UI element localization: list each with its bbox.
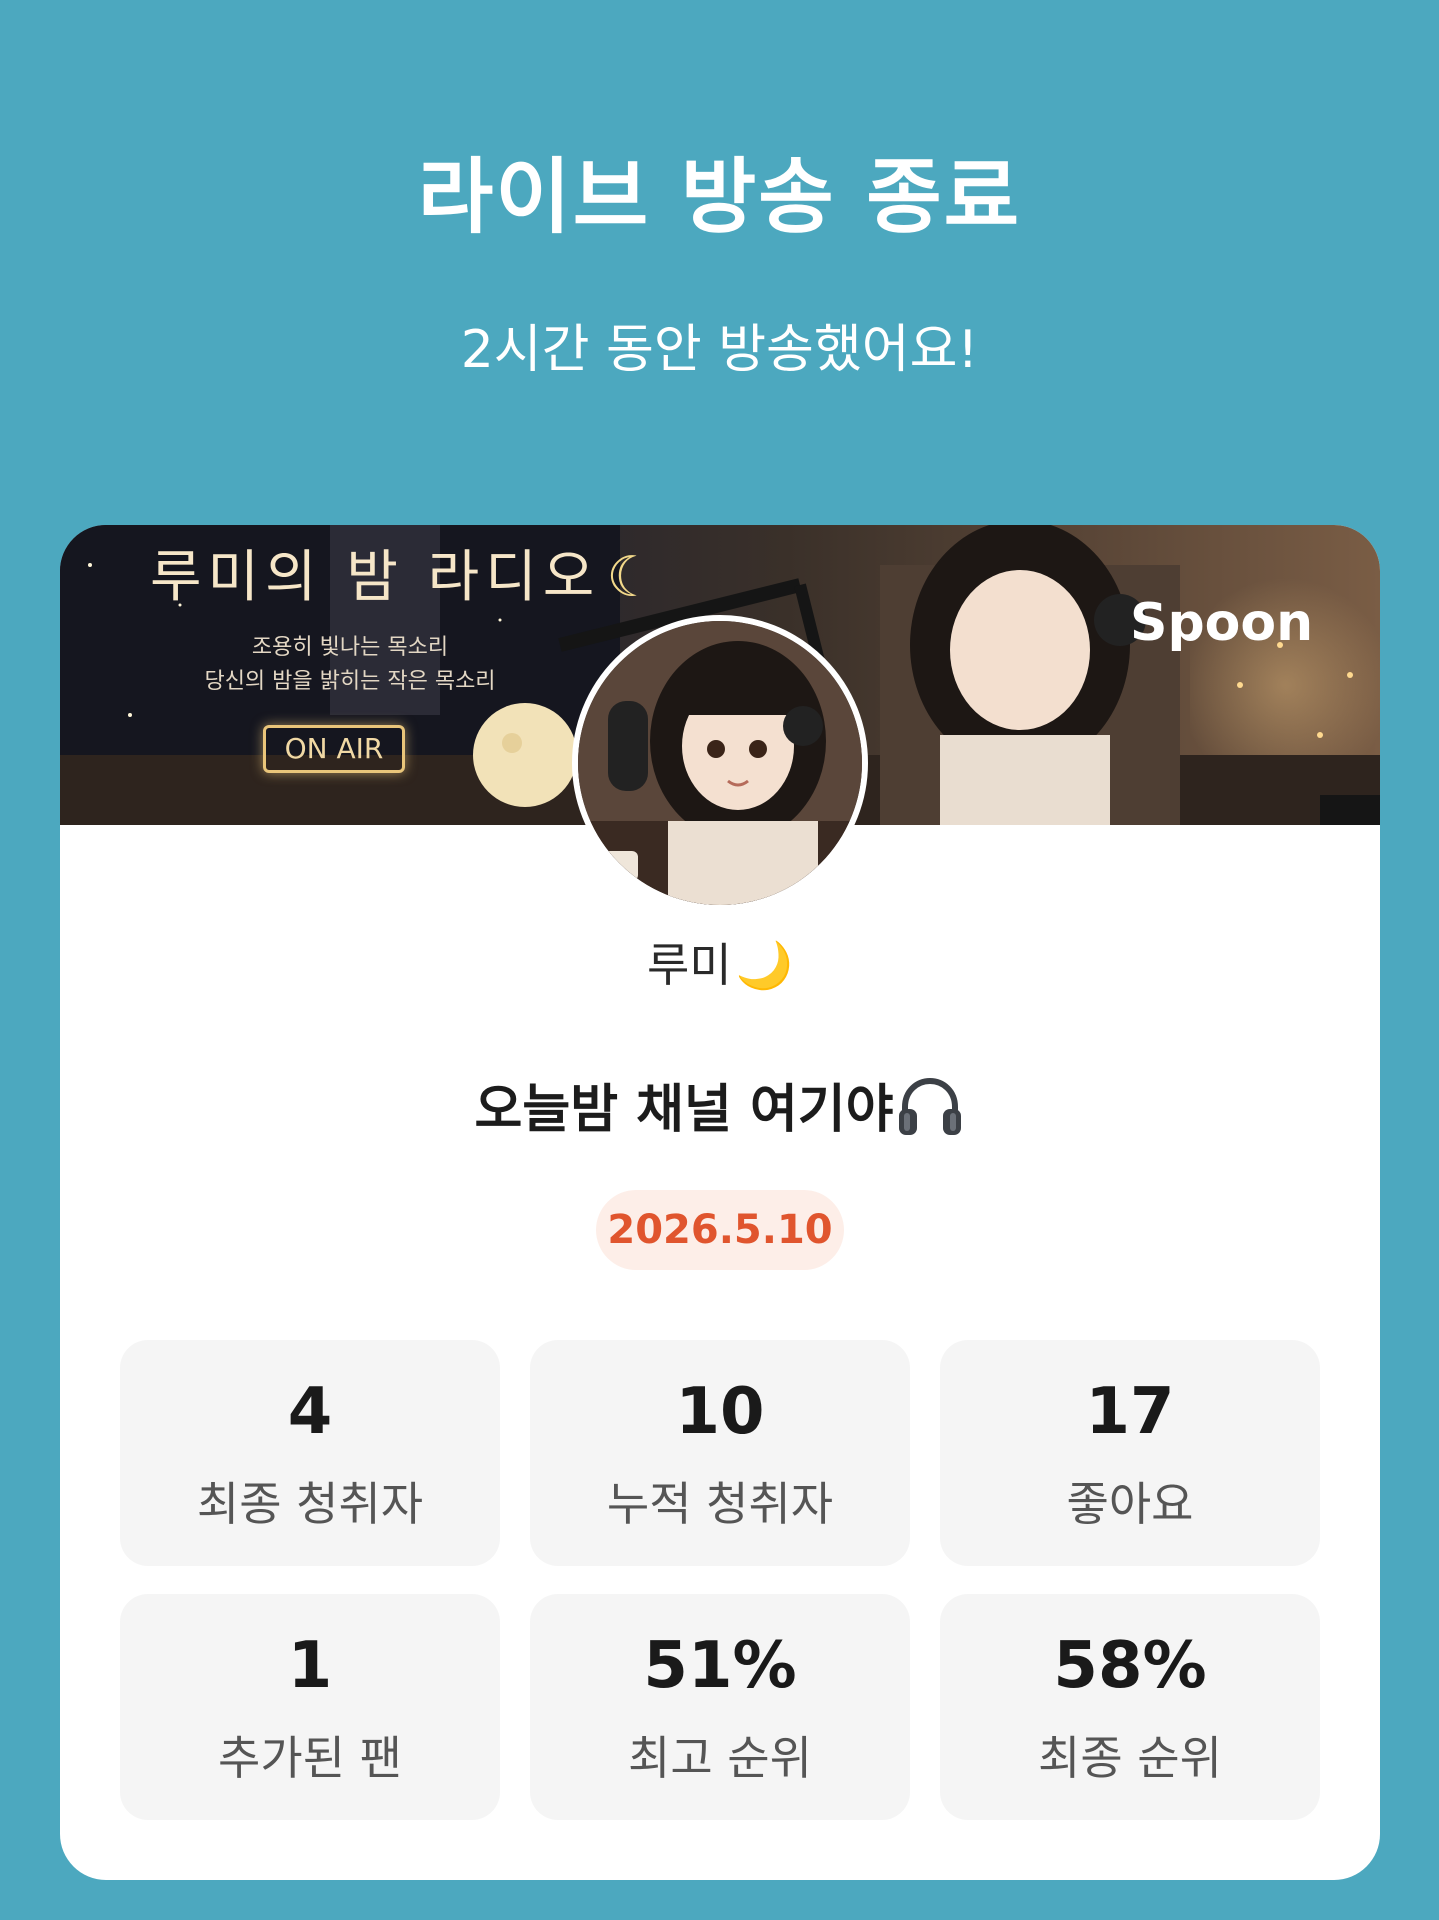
- nickname: 루미🌙: [60, 935, 1380, 995]
- moon-icon: ☾: [606, 545, 663, 610]
- stat-likes: 17 좋아요: [940, 1340, 1320, 1566]
- broadcast-duration-text: 2시간 동안 방송했어요!: [460, 320, 979, 380]
- stat-value: 17: [1085, 1375, 1175, 1449]
- stat-value: 58%: [1053, 1629, 1207, 1703]
- stat-label: 최종 순위: [1038, 1731, 1222, 1785]
- broadcast-title: 오늘밤 채널 여기야: [60, 1075, 1380, 1145]
- stat-label: 누적 청취자: [606, 1477, 834, 1531]
- page-title: 라이브 방송 종료: [417, 150, 1022, 245]
- stat-label: 추가된 팬: [218, 1731, 402, 1785]
- stat-value: 4: [287, 1375, 333, 1449]
- stat-label: 최고 순위: [628, 1731, 812, 1785]
- stat-final-rank: 58% 최종 순위: [940, 1594, 1320, 1820]
- stat-new-fans: 1 추가된 팬: [120, 1594, 500, 1820]
- spoon-logo: Spoon: [1130, 593, 1314, 653]
- nickname-text: 루미: [647, 938, 732, 992]
- banner-tagline-1: 조용히 빛나는 목소리: [251, 635, 449, 660]
- banner-tagline-2: 당신의 밤을 밝히는 작은 목소리: [204, 669, 496, 694]
- stat-value: 51%: [643, 1629, 797, 1703]
- banner-title-text: 루미의 밤 라디오: [150, 545, 601, 610]
- stat-value: 1: [287, 1629, 333, 1703]
- stat-best-rank: 51% 최고 순위: [530, 1594, 910, 1820]
- stats-grid: 4 최종 청취자 10 누적 청취자 17 좋아요 1 추가된 팬 51% 최고…: [120, 1340, 1320, 1820]
- broadcast-summary-card: 루미의 밤 라디오 ☾ 조용히 빛나는 목소리 당신의 밤을 밝히는 작은 목소리…: [60, 525, 1380, 1880]
- broadcast-date-badge: 2026.5.10: [596, 1190, 844, 1270]
- crescent-moon-icon: 🌙: [735, 938, 793, 992]
- stat-value: 10: [675, 1375, 765, 1449]
- avatar[interactable]: [572, 615, 868, 911]
- broadcast-title-text: 오늘밤 채널 여기야: [474, 1080, 894, 1140]
- banner-title: 루미의 밤 라디오 ☾: [150, 543, 662, 613]
- stat-label: 좋아요: [1066, 1477, 1194, 1531]
- stat-total-listeners: 10 누적 청취자: [530, 1340, 910, 1566]
- on-air-sign: ON AIR: [263, 725, 405, 773]
- headphone-icon: [899, 1077, 962, 1135]
- avatar-image: [578, 621, 862, 905]
- stat-label: 최종 청취자: [196, 1477, 424, 1531]
- stat-final-listeners: 4 최종 청취자: [120, 1340, 500, 1566]
